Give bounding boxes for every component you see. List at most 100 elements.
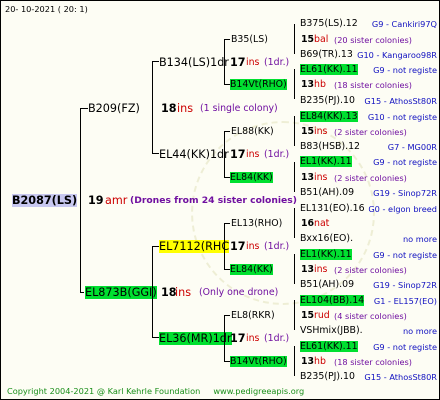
g4-id[interactable]: EL61(KK).11: [300, 64, 358, 75]
g4-note: (2 sister colonies): [334, 127, 407, 137]
root-queen-ins: amr: [105, 194, 128, 207]
g4-tail: G7 - MG00R: [387, 142, 437, 152]
connector: [152, 246, 153, 338]
connector: [294, 24, 295, 54]
connector: [294, 346, 295, 376]
father-id[interactable]: EL873B(GGI): [85, 286, 157, 299]
g4-tail: G9 - not registe: [373, 65, 437, 75]
gm3-num: 17: [230, 240, 246, 253]
g3-2[interactable]: B14Vt(RHO): [230, 79, 287, 90]
root-queen-num: 19: [88, 194, 104, 207]
gm3-note: (1dr.): [264, 241, 290, 252]
gm4-num: 17: [230, 332, 246, 345]
connector: [152, 61, 159, 62]
g4-tail: G19 - Sinop72R: [373, 280, 437, 290]
g4-tail: G15 - AthosSt80R: [364, 96, 437, 106]
gm2-id[interactable]: EL44(KK)1dr: [159, 148, 229, 161]
g4-id[interactable]: EL104(BB).14: [300, 295, 365, 306]
pedigree-chart: 20- 10-2021 ( 20: 1) B2087(LS) 19 amr (D…: [0, 0, 440, 400]
g4-tail: G9 - not registe: [373, 342, 437, 352]
connector: [80, 292, 84, 293]
date-header: 20- 10-2021 ( 20: 1): [5, 4, 88, 14]
g3-8[interactable]: B14Vt(RHO): [230, 356, 287, 367]
connector: [224, 131, 230, 132]
g4-id[interactable]: EL1(KK).11: [300, 249, 352, 260]
g4-ins: ins: [314, 126, 328, 137]
gm2-num: 17: [230, 148, 246, 161]
g4-ins: rud: [314, 310, 330, 321]
g4-num: 13: [301, 79, 315, 90]
connector: [80, 108, 88, 109]
mother-note: (1 single colony): [200, 103, 278, 114]
connector: [224, 131, 225, 178]
g4-id[interactable]: B235(PJ).10: [300, 371, 355, 382]
g4-id[interactable]: B69(TR).13: [300, 49, 353, 60]
gm3-id[interactable]: EL7112(RHC: [159, 240, 230, 253]
g4-tail: G19 - Sinop72R: [373, 188, 437, 198]
g4-id[interactable]: EL1(KK).11: [300, 156, 352, 167]
g4-tail: G9 - not registe: [373, 157, 437, 167]
g4-note: (20 sister colonies): [334, 35, 412, 45]
connector: [224, 223, 225, 270]
g3-7[interactable]: EL8(RKR): [231, 310, 275, 321]
connector: [224, 39, 230, 40]
g4-num: 13: [301, 264, 315, 275]
father-ins: ins: [175, 286, 192, 299]
connector: [224, 315, 230, 316]
g3-1[interactable]: B35(LS): [231, 34, 268, 45]
g4-num: 15: [301, 34, 315, 45]
connector: [294, 254, 295, 284]
gm1-num: 17: [230, 56, 246, 69]
gm4-ins: ins: [246, 333, 260, 344]
connector: [80, 108, 81, 293]
g4-id[interactable]: EL84(KK).13: [300, 111, 358, 122]
connector: [294, 116, 295, 146]
gm4-id[interactable]: EL36(MR)1dr: [159, 332, 232, 345]
g4-num: 13: [301, 356, 315, 367]
mother-id[interactable]: B209(FZ): [88, 102, 140, 115]
g4-ins: ins: [314, 264, 328, 275]
g4-num: 15: [301, 310, 315, 321]
g4-tail: no more: [402, 326, 437, 336]
gm1-id[interactable]: B134(LS)1dr: [159, 56, 229, 69]
g4-id[interactable]: B375(LS).12: [300, 18, 358, 29]
g3-5[interactable]: EL13(RHO): [231, 218, 282, 229]
connector: [152, 153, 159, 154]
g4-note: (2 sister colonies): [334, 265, 407, 275]
g4-id[interactable]: EL131(EO).16: [300, 203, 365, 214]
g4-num: 15: [301, 126, 315, 137]
site-link[interactable]: www.pedigreeapis.org: [213, 386, 304, 396]
mother-num: 18: [161, 102, 177, 115]
gm4-note: (1dr.): [264, 333, 290, 344]
g4-num: 16: [301, 218, 315, 229]
gm3-ins: ins: [246, 241, 260, 252]
gm1-ins: ins: [246, 57, 260, 68]
g4-note: (2 sister colonies): [334, 173, 407, 183]
g4-id[interactable]: VSHmix(JBB).: [300, 325, 363, 336]
root-queen-id[interactable]: B2087(LS): [12, 194, 78, 207]
g4-num: 13: [301, 172, 315, 183]
connector: [152, 246, 159, 247]
connector: [294, 162, 295, 192]
connector: [224, 315, 225, 362]
g4-id[interactable]: B51(AH).09: [300, 187, 354, 198]
g4-id[interactable]: Bxx16(EO).: [300, 233, 353, 244]
g4-note: (18 sister colonies): [334, 357, 412, 367]
g4-tail: G10 - Kangaroo98R: [357, 50, 437, 60]
g4-id[interactable]: B235(PJ).10: [300, 95, 355, 106]
connector: [224, 39, 225, 85]
g4-tail: G9 - not registe: [373, 250, 437, 260]
g4-tail: G10 - not registe: [367, 112, 437, 122]
g4-id[interactable]: B83(HSB).12: [300, 141, 360, 152]
copyright-text: Copyright 2004-2021 @ Karl Kehrle Founda…: [7, 386, 201, 396]
g4-id[interactable]: EL61(KK).11: [300, 341, 358, 352]
g4-id[interactable]: B51(AH).09: [300, 279, 354, 290]
connector: [294, 208, 295, 238]
g3-6[interactable]: EL84(KK): [230, 264, 273, 275]
g3-3[interactable]: EL88(KK): [231, 126, 274, 137]
connector: [152, 61, 153, 154]
footer: Copyright 2004-2021 @ Karl Kehrle Founda…: [7, 386, 304, 396]
g4-ins: hb: [314, 79, 326, 90]
g3-4[interactable]: EL84(KK): [230, 172, 273, 183]
g4-tail: G9 - Cankiri97Q: [371, 19, 437, 29]
